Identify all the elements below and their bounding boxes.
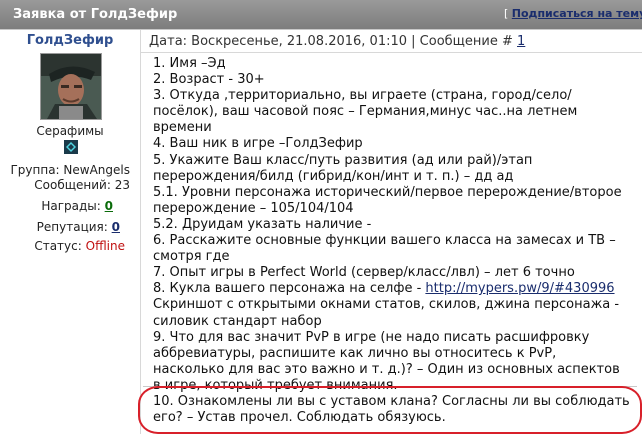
- post-date: Дата: Воскресенье, 21.08.2016, 01:10 | С…: [149, 34, 513, 49]
- subscribe-wrapper: [ Подписаться на тему ]: [504, 7, 642, 20]
- posts-value: 23: [114, 178, 130, 192]
- awards-link[interactable]: 0: [105, 199, 113, 213]
- post-line: 4. Ваш ник в игре –ГолдЗефир: [153, 136, 363, 152]
- post-line: 6. Расскажите основные функции вашего кл…: [153, 233, 616, 249]
- topic-header-bar: Заявка от ГолдЗефир [ Подписаться на тем…: [0, 0, 642, 29]
- post-line: насколько для вас это важно и т. д.)? – …: [153, 361, 620, 377]
- status-value: Offline: [85, 239, 125, 253]
- post-line: перерождения/билд (гибрид/кон/инт и т. п…: [153, 168, 514, 184]
- post-line: 5.1. Уровни персонажа исторический/перво…: [153, 184, 622, 200]
- highlight-circle: [138, 386, 642, 434]
- post-line: Скриншот с открытыми окнами статов, скил…: [153, 297, 620, 313]
- post-line: 5. Укажите Ваш класс/путь развития (ад и…: [153, 152, 533, 168]
- status-row: Статус: Offline: [0, 239, 125, 253]
- posts-row: Сообщений: 23: [0, 178, 130, 192]
- awards-label: Награды:: [41, 199, 101, 213]
- author-name[interactable]: ГолдЗефир: [0, 33, 140, 48]
- post-body: 1. Имя –Эд 2. Возраст - 30+ 3. Откуда ,т…: [153, 56, 635, 426]
- line8-text: 8. Кукла вашего персонажа на селфе -: [153, 281, 426, 297]
- post-line: посёлок), ваш часовой пояс – Германия,ми…: [153, 104, 578, 120]
- post-meta: Дата: Воскресенье, 21.08.2016, 01:10 | С…: [149, 34, 525, 49]
- awards-row: Награды: 0: [0, 199, 113, 213]
- reputation-label: Репутация:: [36, 220, 108, 234]
- subscribe-link[interactable]: Подписаться на тему: [512, 7, 642, 20]
- group-row: Группа: NewAngels: [0, 163, 130, 177]
- post-line: силовик стандарт набор: [153, 313, 322, 329]
- avatar-image: [41, 54, 101, 119]
- rank-title: Серафимы: [36, 124, 104, 138]
- bracket-open: [: [504, 7, 509, 20]
- reputation-row: Репутация: 0: [0, 220, 120, 234]
- post-line: 9. Что для вас значит PvP в игре (не над…: [153, 329, 590, 345]
- post-line: 3. Откуда ,территориально, вы играете (с…: [153, 88, 572, 104]
- posts-label: Сообщений:: [34, 178, 111, 192]
- post-line: 7. Опыт игры в Perfect World (сервер/кла…: [153, 265, 575, 281]
- avatar: [40, 53, 102, 120]
- post-line: 2. Возраст - 30+: [153, 72, 265, 88]
- status-label: Статус:: [34, 239, 82, 253]
- post-line: аббревиатуры, распишите как лично вы отн…: [153, 345, 557, 361]
- post-line-8: 8. Кукла вашего персонажа на селфе - htt…: [153, 281, 635, 297]
- post-line: 5.2. Друидам указать наличие -: [153, 216, 372, 232]
- group-value: NewAngels: [63, 163, 130, 177]
- post-line: 1. Имя –Эд: [153, 56, 226, 71]
- character-link[interactable]: http://mypers.pw/9/#430996: [425, 281, 614, 296]
- post-line: времени: [153, 120, 212, 136]
- post-line: смотря где: [153, 249, 230, 265]
- reputation-link[interactable]: 0: [112, 220, 120, 234]
- rank-emblem-icon: [64, 139, 78, 154]
- topic-title: Заявка от ГолдЗефир: [13, 7, 178, 22]
- post-number-link[interactable]: 1: [517, 34, 525, 49]
- group-label: Группа:: [10, 163, 60, 177]
- post-line: перерождение – 105/104/104: [153, 200, 354, 216]
